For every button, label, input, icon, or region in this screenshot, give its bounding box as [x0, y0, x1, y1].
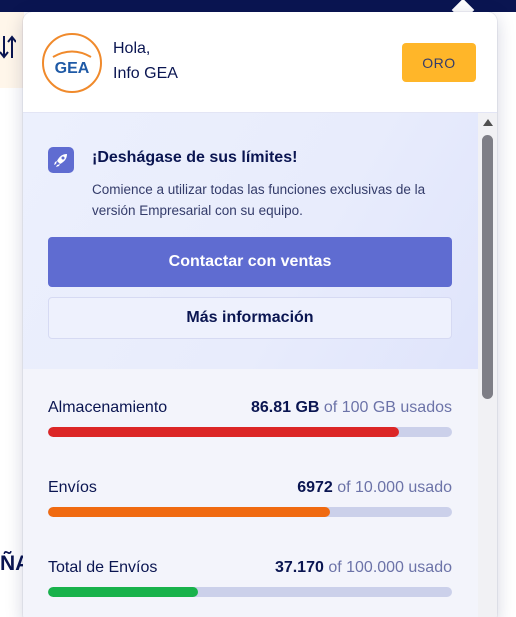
usage-bar-track	[48, 507, 452, 517]
popover-scroll-area[interactable]: ¡Deshágase de sus límites! Comience a ut…	[23, 113, 478, 617]
promo-description: Comience a utilizar todas las funciones …	[92, 182, 426, 218]
more-info-button[interactable]: Más información	[48, 297, 452, 339]
usage-used: 86.81 GB	[250, 399, 320, 416]
background-topbar	[0, 0, 516, 12]
gea-logo: GEA	[52, 50, 92, 77]
scroll-up-arrow-icon[interactable]	[483, 119, 493, 126]
avatar[interactable]: GEA	[42, 33, 102, 93]
account-header: GEA Hola, Info GEA ORO	[23, 12, 497, 113]
promo-title: ¡Deshágase de sus límites!	[92, 149, 298, 166]
rocket-icon	[48, 147, 74, 173]
usage-limit: of 100.000 usado	[328, 559, 452, 576]
usage-label: Almacenamiento	[48, 399, 168, 416]
usage-section: Almacenamiento 86.81 GB of 100 GB usados…	[23, 369, 478, 617]
usage-bar-fill	[48, 507, 330, 517]
usage-value: 6972 of 10.000 usado	[297, 479, 452, 497]
upgrade-promo: ¡Deshágase de sus límites! Comience a ut…	[23, 113, 478, 369]
usage-bar-track	[48, 587, 452, 597]
account-popover: GEA Hola, Info GEA ORO ¡Deshágase de sus…	[23, 12, 497, 617]
usage-bar-track	[48, 427, 452, 437]
usage-used: 37.170	[274, 559, 324, 576]
usage-value: 86.81 GB of 100 GB usados	[251, 399, 452, 417]
usage-limit: of 10.000 usado	[337, 479, 452, 496]
usage-bar-fill	[48, 587, 199, 597]
user-name: Info GEA	[113, 65, 178, 82]
sort-icon	[0, 35, 16, 59]
scrollbar[interactable]	[478, 113, 497, 617]
usage-label: Total de Envíos	[48, 559, 158, 576]
usage-row-total-submissions: Total de Envíos 37.170 of 100.000 usado	[48, 559, 452, 603]
usage-bar-fill	[48, 427, 399, 437]
greeting-text: Hola,	[113, 40, 151, 57]
usage-label: Envíos	[48, 479, 97, 496]
usage-used: 6972	[297, 479, 333, 496]
avatar-text: GEA	[55, 60, 90, 77]
usage-value: 37.170 of 100.000 usado	[275, 559, 452, 577]
contact-sales-button[interactable]: Contactar con ventas	[48, 237, 452, 287]
usage-row-submissions: Envíos 6972 of 10.000 usado	[48, 479, 452, 523]
usage-limit: of 100 GB usados	[323, 399, 452, 416]
plan-badge[interactable]: ORO	[402, 43, 476, 82]
scroll-thumb[interactable]	[482, 135, 493, 399]
usage-row-storage: Almacenamiento 86.81 GB of 100 GB usados	[48, 399, 452, 443]
